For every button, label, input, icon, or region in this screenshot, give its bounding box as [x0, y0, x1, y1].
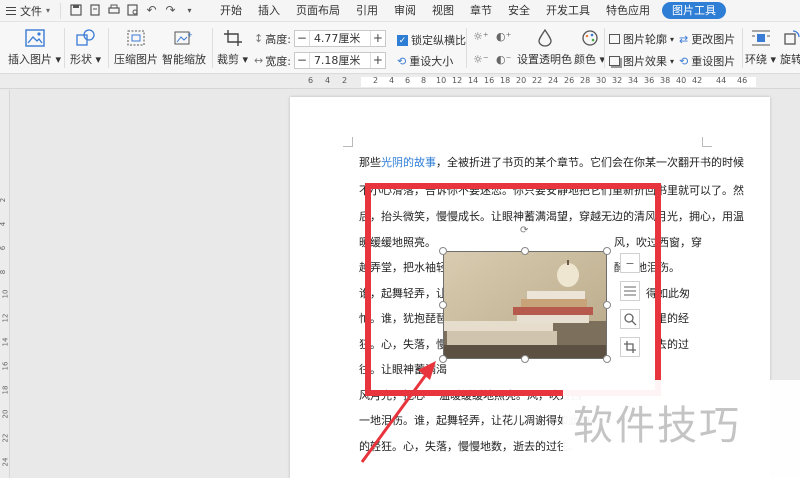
- watermark: 软件技巧: [563, 380, 800, 478]
- watermark-text: 软件技巧: [573, 403, 741, 449]
